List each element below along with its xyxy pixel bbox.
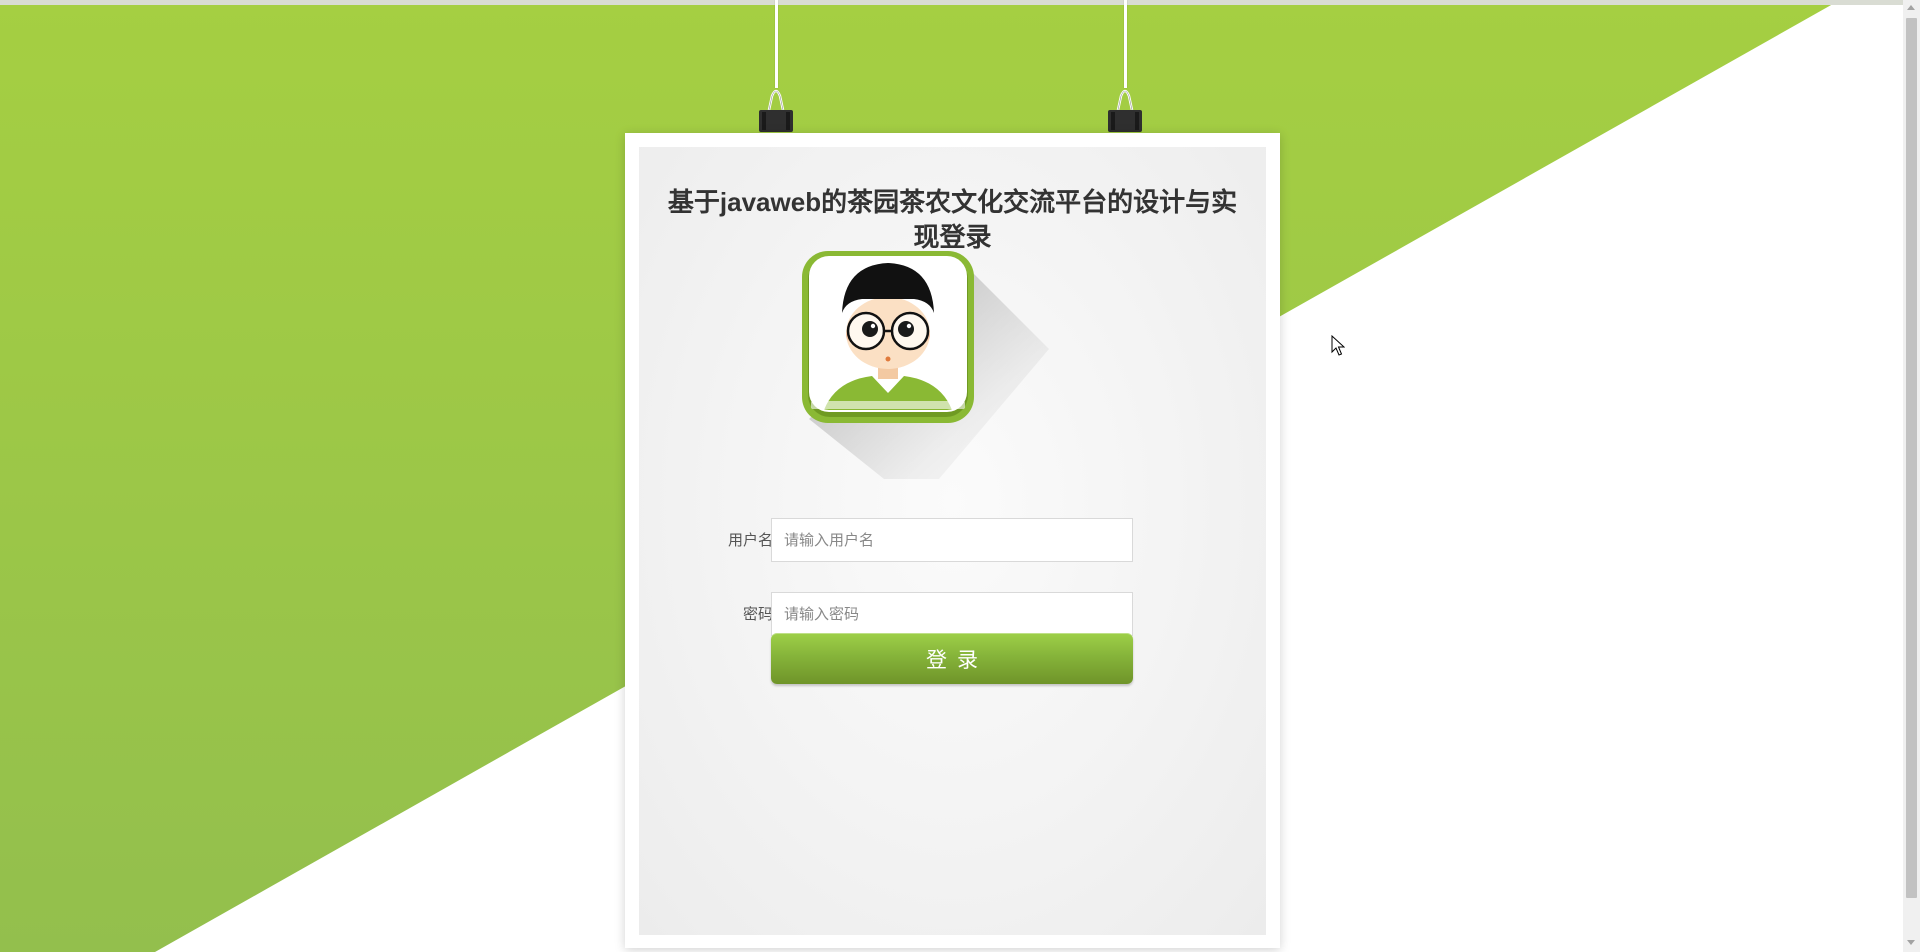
mouse-cursor-icon: [1331, 335, 1345, 356]
hanging-string-right: [1124, 0, 1127, 88]
username-row: 用户名:: [639, 518, 1266, 562]
password-row: 密码:: [639, 592, 1266, 636]
username-input[interactable]: [771, 518, 1133, 562]
top-border: [0, 0, 1903, 5]
hanging-string-left: [775, 0, 778, 88]
scroll-down-arrow-icon[interactable]: [1907, 940, 1915, 945]
login-page: 基于javaweb的茶园茶农文化交流平台的设计与实现登录 用户名: 请输入用户名…: [0, 0, 1920, 952]
login-button[interactable]: 登录: [771, 633, 1133, 684]
page-title: 基于javaweb的茶园茶农文化交流平台的设计与实现登录: [667, 187, 1238, 252]
avatar-icon: [802, 251, 974, 423]
login-card-inner: 基于javaweb的茶园茶农文化交流平台的设计与实现登录 用户名: 请输入用户名…: [639, 147, 1266, 935]
vertical-scrollbar[interactable]: [1903, 0, 1920, 952]
login-card: 基于javaweb的茶园茶农文化交流平台的设计与实现登录 用户名: 请输入用户名…: [625, 133, 1280, 948]
binder-clip-icon: [759, 89, 793, 132]
scroll-up-arrow-icon[interactable]: [1907, 5, 1915, 10]
scrollbar-thumb[interactable]: [1906, 18, 1917, 898]
password-input[interactable]: [771, 592, 1133, 636]
binder-clip-icon: [1108, 89, 1142, 132]
